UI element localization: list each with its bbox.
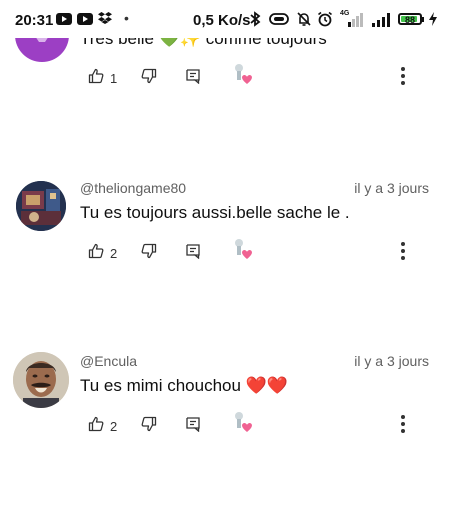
more-options-button[interactable] <box>393 241 413 265</box>
comment-item: @Encula il y a 3 jours Tu es mimi chouch… <box>0 348 457 458</box>
avatar[interactable] <box>16 181 66 231</box>
reply-icon <box>185 68 201 89</box>
signal-icon <box>371 13 393 32</box>
like-count: 2 <box>110 418 118 434</box>
comment-author[interactable]: @Encula <box>80 353 137 369</box>
like-count: 1 <box>110 70 118 86</box>
like-icon <box>88 416 104 437</box>
dislike-button[interactable] <box>141 414 157 438</box>
dislike-icon <box>141 68 157 89</box>
like-icon <box>88 68 104 89</box>
like-button[interactable]: 2 <box>88 414 117 438</box>
more-options-button[interactable] <box>393 414 413 438</box>
creator-heart <box>232 62 256 91</box>
creator-heart-icon <box>232 410 256 439</box>
battery-icon: 88 <box>398 13 422 25</box>
comment-text: Tu es mimi chouchou ❤️❤️ <box>80 376 288 395</box>
signal-4g-icon <box>342 13 366 32</box>
alarm-off-icon <box>296 11 312 32</box>
comment-actions: 2 <box>80 410 430 442</box>
more-icon <box>401 66 405 90</box>
comment-time: il y a 3 jours <box>354 353 429 369</box>
dropbox-icon <box>98 11 112 30</box>
dislike-icon <box>141 416 157 437</box>
creator-heart-icon <box>232 62 256 91</box>
reply-button[interactable] <box>185 414 201 438</box>
like-count: 2 <box>110 245 118 261</box>
dislike-button[interactable] <box>141 66 157 90</box>
youtube-icon <box>77 12 93 30</box>
comment-time: il y a 3 jours <box>354 180 429 196</box>
alarm-icon <box>317 11 333 32</box>
more-icon <box>401 414 405 438</box>
more-icon <box>401 241 405 265</box>
reply-icon <box>185 416 201 437</box>
reply-button[interactable] <box>185 66 201 90</box>
network-speed: 0,5 Ko/s <box>193 12 251 29</box>
dislike-icon <box>141 243 157 264</box>
status-dot: • <box>124 10 129 26</box>
like-icon <box>88 243 104 264</box>
comment-text: Tu es toujours aussi.belle sache le . <box>80 203 350 222</box>
status-time: 20:31 <box>15 12 54 29</box>
creator-heart <box>232 410 256 439</box>
dislike-button[interactable] <box>141 241 157 265</box>
charging-icon <box>428 12 438 31</box>
youtube-icon <box>56 12 72 30</box>
vibrate-icon <box>268 12 290 31</box>
like-button[interactable]: 2 <box>88 241 117 265</box>
creator-heart <box>232 237 256 266</box>
comment-item: @theliongame80 il y a 3 jours Tu es touj… <box>0 175 457 285</box>
avatar[interactable] <box>13 352 69 408</box>
more-options-button[interactable] <box>393 66 413 90</box>
creator-heart-icon <box>232 237 256 266</box>
like-button[interactable]: 1 <box>88 66 117 90</box>
comment-actions: 1 <box>80 62 430 94</box>
reply-icon <box>185 243 201 264</box>
bluetooth-icon <box>249 11 261 32</box>
battery-percent: 88 <box>404 15 415 25</box>
comment-actions: 2 <box>80 237 430 269</box>
battery-tip <box>422 17 424 22</box>
reply-button[interactable] <box>185 241 201 265</box>
comment-author[interactable]: @theliongame80 <box>80 180 186 196</box>
status-bar: 20:31 • 0,5 Ko/s 4G 88 <box>0 0 457 38</box>
